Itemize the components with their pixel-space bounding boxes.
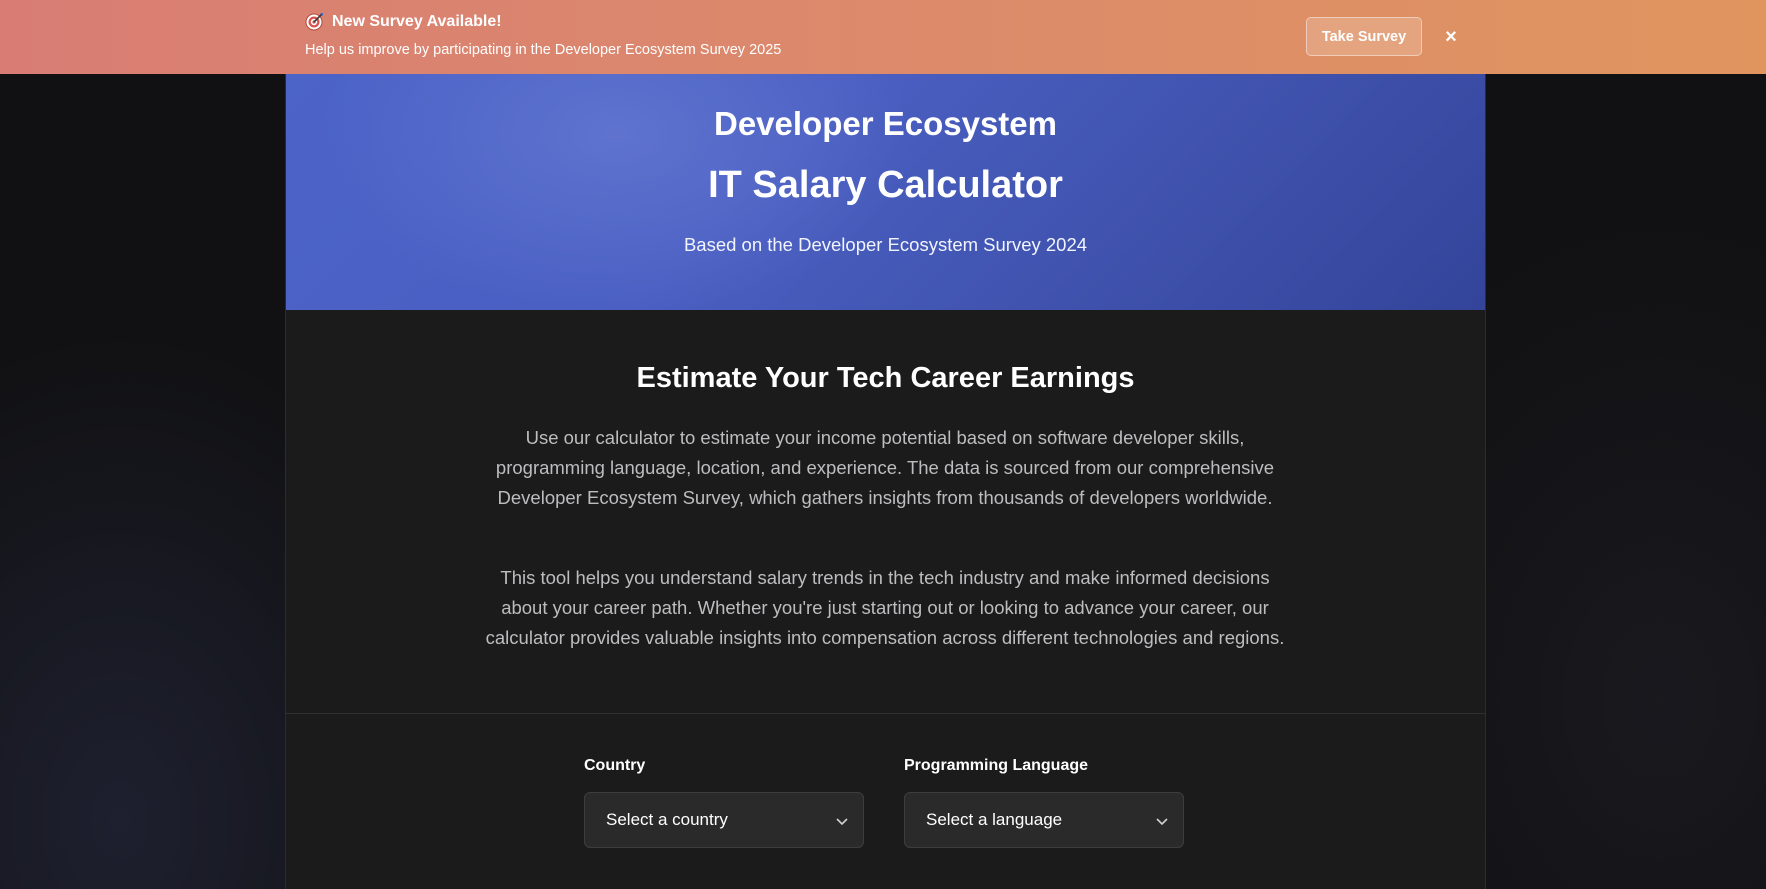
close-icon[interactable]: × (1440, 22, 1462, 52)
chevron-down-icon (835, 813, 849, 827)
country-label: Country (584, 757, 646, 774)
intro-paragraph-2: This tool helps you understand salary tr… (485, 567, 1285, 648)
section-divider (285, 713, 1486, 714)
intro-heading: Estimate Your Tech Career Earnings (636, 362, 1135, 394)
country-select-value: Select a country (606, 810, 728, 829)
banner-title: New Survey Available! (332, 12, 502, 30)
intro-paragraph-1: Use our calculator to estimate your inco… (495, 427, 1275, 508)
chevron-down-icon (1155, 813, 1169, 827)
intro-section: Estimate Your Tech Career Earnings Use o… (285, 0, 1486, 889)
survey-banner: New Survey Available! Help us improve by… (0, 0, 1766, 74)
banner-subtitle: Help us improve by participating in the … (305, 42, 782, 58)
dart-target-icon (305, 12, 324, 31)
language-select-value: Select a language (926, 810, 1063, 829)
language-label: Programming Language (904, 757, 1089, 774)
language-select[interactable]: Select a language (904, 792, 1184, 848)
banner-heading: New Survey Available! (305, 12, 502, 31)
country-select[interactable]: Select a country (584, 792, 864, 848)
take-survey-button[interactable]: Take Survey (1306, 17, 1422, 56)
